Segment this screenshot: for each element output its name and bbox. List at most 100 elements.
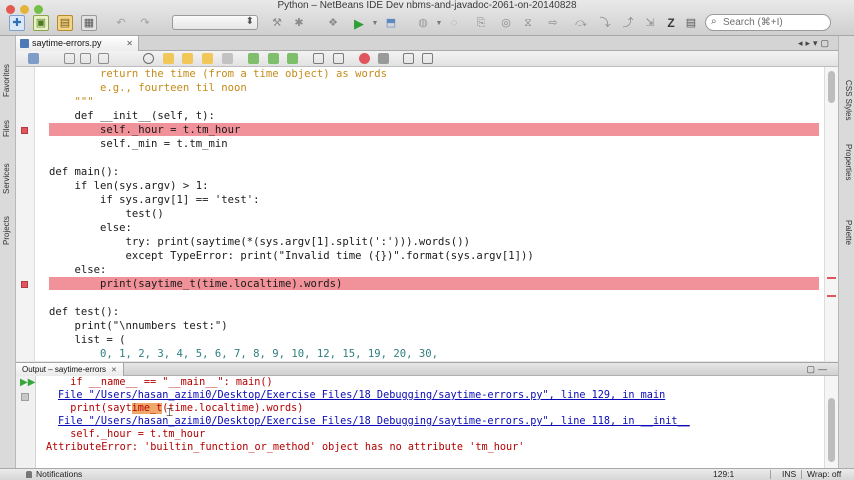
status-bar: Notifications 129:1 INS Wrap: off	[0, 468, 854, 480]
toggle-bookmark-icon[interactable]	[287, 53, 298, 64]
pause-icon[interactable]: ⧖	[520, 15, 536, 31]
uncomment-icon[interactable]	[422, 53, 433, 64]
python-file-icon	[20, 39, 29, 48]
attach-debugger-icon[interactable]: ◌	[446, 15, 462, 31]
build-icon[interactable]: ⚒	[269, 15, 285, 31]
code-line: self._min = t.tm_min	[49, 138, 228, 150]
editor-toolbar	[16, 51, 838, 67]
output-window-controls[interactable]: ▢—	[806, 363, 830, 376]
step-into-icon[interactable]: ⤵	[597, 15, 613, 31]
editor-tab-saytime-errors[interactable]: saytime-errors.py ✕	[16, 36, 139, 51]
next-bookmark-icon[interactable]	[268, 53, 279, 64]
output-link-line[interactable]: File "/Users/hasan_azimi0/Desktop/Exerci…	[58, 389, 665, 402]
code-line: if sys.argv[1] == 'test':	[49, 194, 260, 206]
left-side-panel-strip: Favorites Files Services Projects	[0, 36, 16, 468]
run-dropdown-icon[interactable]: ▼	[367, 15, 383, 31]
error-stripe-mark[interactable]	[827, 277, 836, 279]
breakpoint-marker[interactable]	[21, 281, 28, 288]
output-console[interactable]: ▶▶ if __name__ == "__main__": main() Fil…	[16, 376, 838, 468]
comment-icon[interactable]	[403, 53, 414, 64]
insert-mode: INS	[782, 469, 797, 479]
continue-icon[interactable]: ⇨	[545, 15, 561, 31]
run-to-cursor-icon[interactable]: ⇲	[642, 15, 658, 31]
services-tab[interactable]: Services	[2, 162, 14, 196]
title-bar: Python – NetBeans IDE Dev nbms-and-javad…	[0, 0, 854, 36]
error-stripe-mark[interactable]	[827, 295, 836, 297]
stop-macro-recording-icon[interactable]	[378, 53, 389, 64]
debug-icon[interactable]: ⬒	[383, 15, 399, 31]
files-tab[interactable]: Files	[2, 118, 14, 140]
editor-gutter[interactable]	[16, 67, 35, 361]
profile-icon[interactable]: ◍	[415, 15, 431, 31]
step-out-icon[interactable]: ⤴	[620, 15, 636, 31]
apply-code-changes-icon[interactable]: ⎘	[473, 15, 489, 31]
code-editor[interactable]: return the time (from a time object) as …	[16, 67, 824, 361]
output-scrollbar[interactable]	[824, 376, 838, 468]
close-tab-icon[interactable]: ✕	[126, 36, 133, 51]
search-box[interactable]: ⌕	[705, 14, 831, 31]
step-over-icon[interactable]: ⤼	[573, 15, 589, 31]
forward-icon[interactable]	[80, 53, 91, 64]
profile-dropdown-icon[interactable]: ▼	[431, 15, 447, 31]
find-previous-icon[interactable]	[163, 53, 174, 64]
tab-navigation-controls[interactable]: ◂▸▾▢	[798, 36, 832, 51]
search-input[interactable]	[723, 16, 827, 29]
close-output-tab-icon[interactable]: ✕	[111, 367, 117, 374]
palette-tab[interactable]: Palette	[841, 216, 853, 248]
new-project-icon[interactable]: ▣	[33, 15, 49, 31]
shift-left-icon[interactable]	[313, 53, 324, 64]
properties-tab[interactable]: Properties	[841, 140, 853, 184]
output-line: self._hour = t.tm_hour	[58, 429, 206, 440]
editor-scrollbar-thumb[interactable]	[828, 71, 835, 103]
run-icon[interactable]: ▶	[351, 15, 367, 31]
output-text: (time.localtime).words)	[162, 403, 304, 414]
find-next-icon[interactable]	[182, 53, 193, 64]
new-file-icon[interactable]: ✚	[9, 15, 25, 31]
zoom-icon[interactable]: Z	[663, 15, 679, 31]
configuration-select[interactable]	[172, 15, 258, 30]
shift-right-icon[interactable]	[333, 53, 344, 64]
toggle-highlight-icon[interactable]	[202, 53, 213, 64]
right-side-panel-strip: CSS Styles Properties Palette	[838, 36, 854, 468]
output-tab-bar: Output – saytime-errors ✕ ▢—	[16, 362, 838, 376]
back-icon[interactable]	[64, 53, 75, 64]
code-line: e.g., fourteen til noon	[49, 82, 247, 94]
projects-tab[interactable]: Projects	[2, 214, 14, 248]
start-macro-recording-icon[interactable]	[359, 53, 370, 64]
clean-icon[interactable]: ❖	[325, 15, 341, 31]
editor-scrollbar[interactable]	[824, 67, 838, 361]
code-line: self._hour = t.tm_hour	[49, 124, 241, 136]
code-line: return the time (from a time object) as …	[49, 68, 388, 80]
code-line: else:	[49, 222, 132, 234]
output-text: print(sayt	[58, 403, 132, 414]
source-view-icon[interactable]	[28, 53, 39, 64]
notifications-label[interactable]: Notifications	[36, 469, 82, 480]
clean-build-icon[interactable]: ✱	[291, 15, 307, 31]
stop-icon[interactable]: ◎	[498, 15, 514, 31]
favorites-tab[interactable]: Favorites	[2, 60, 14, 102]
notifications-icon[interactable]	[26, 471, 32, 478]
undo-icon[interactable]: ↶	[113, 15, 129, 31]
memory-icon[interactable]: ▤	[683, 15, 699, 31]
mouse-cursor-icon: ⌶	[166, 405, 174, 419]
output-link-line[interactable]: File "/Users/hasan_azimi0/Desktop/Exerci…	[58, 415, 690, 428]
redo-icon[interactable]: ↷	[137, 15, 153, 31]
output-tab[interactable]: Output – saytime-errors ✕	[16, 363, 124, 376]
code-line: if len(sys.argv) > 1:	[49, 180, 209, 192]
toggle-rectangular-selection-icon[interactable]	[222, 53, 233, 64]
open-project-icon[interactable]: ▤	[57, 15, 73, 31]
save-all-icon[interactable]: ▦	[81, 15, 97, 31]
css-styles-tab[interactable]: CSS Styles	[841, 74, 853, 126]
rerun-icon[interactable]: ▶▶	[20, 378, 35, 388]
output-scrollbar-thumb[interactable]	[828, 398, 835, 462]
code-line: else:	[49, 264, 107, 276]
breakpoint-marker[interactable]	[21, 127, 28, 134]
search-icon: ⌕	[711, 16, 717, 27]
find-icon[interactable]	[143, 53, 154, 64]
previous-bookmark-icon[interactable]	[248, 53, 259, 64]
code-line: print(saytime_t(time.localtime).words)	[49, 278, 343, 290]
selected-text[interactable]: ime_t	[131, 403, 163, 414]
stop-process-icon[interactable]	[21, 393, 29, 401]
wrap-mode[interactable]: Wrap: off	[807, 469, 841, 480]
history-icon[interactable]	[98, 53, 109, 64]
